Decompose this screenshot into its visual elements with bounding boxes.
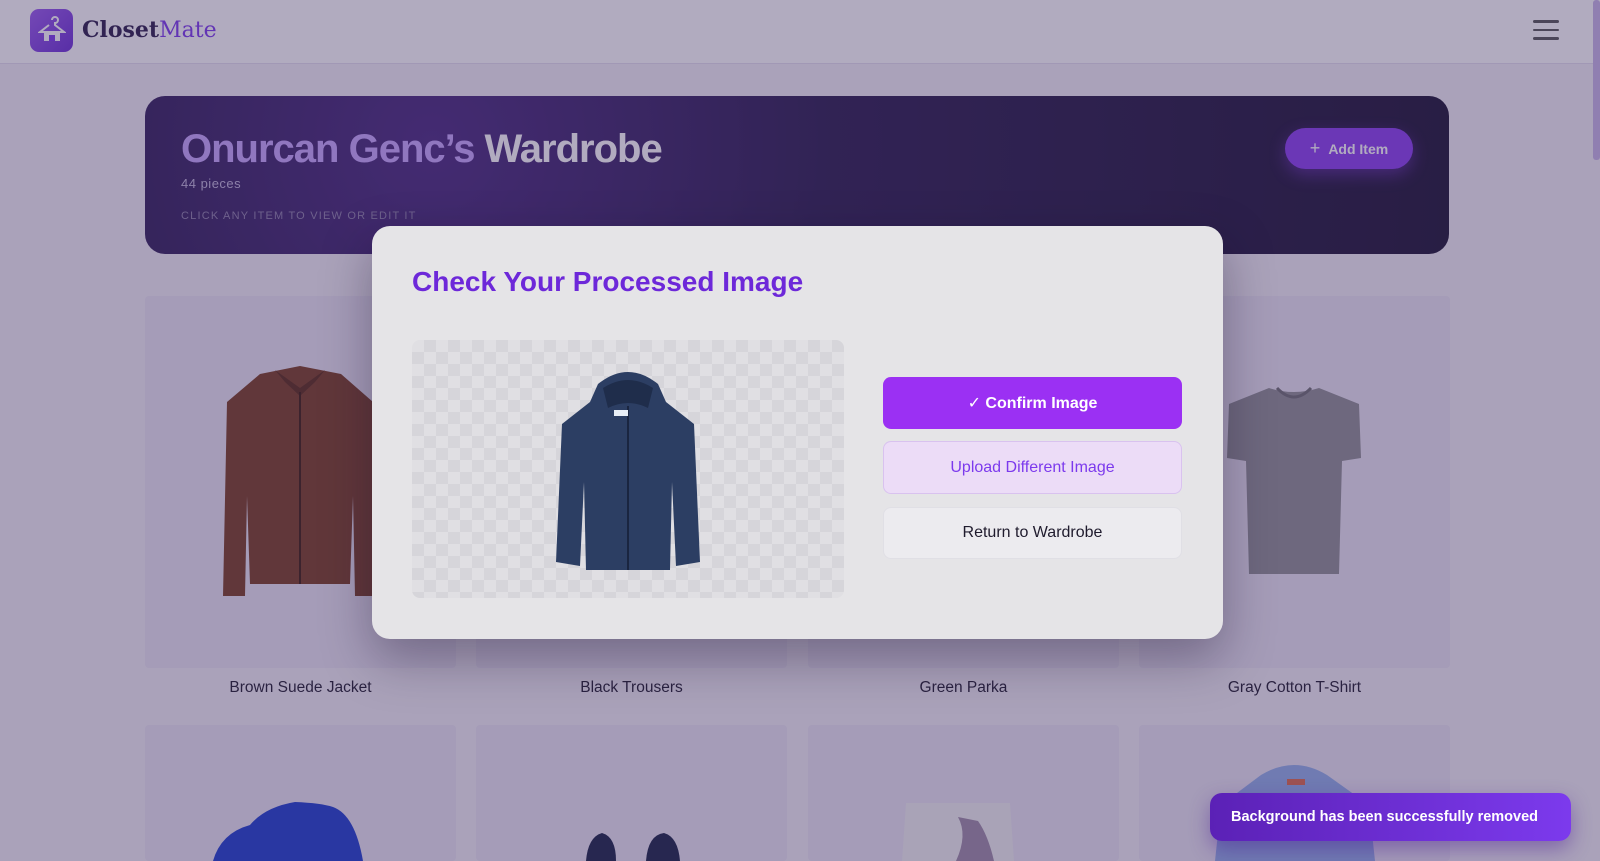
success-toast[interactable]: Background has been successfully removed [1210,793,1571,841]
navy-hooded-jacket-image [556,372,700,570]
processed-image-preview [412,340,844,598]
upload-different-image-button[interactable]: Upload Different Image [883,441,1182,494]
dialog-title: Check Your Processed Image [412,266,804,297]
return-to-wardrobe-button[interactable]: Return to Wardrobe [883,507,1182,559]
confirm-image-button[interactable]: ✓ Confirm Image [883,377,1182,429]
processed-image-dialog: Check Your Processed Image ✓ Confirm Ima… [372,226,1223,639]
